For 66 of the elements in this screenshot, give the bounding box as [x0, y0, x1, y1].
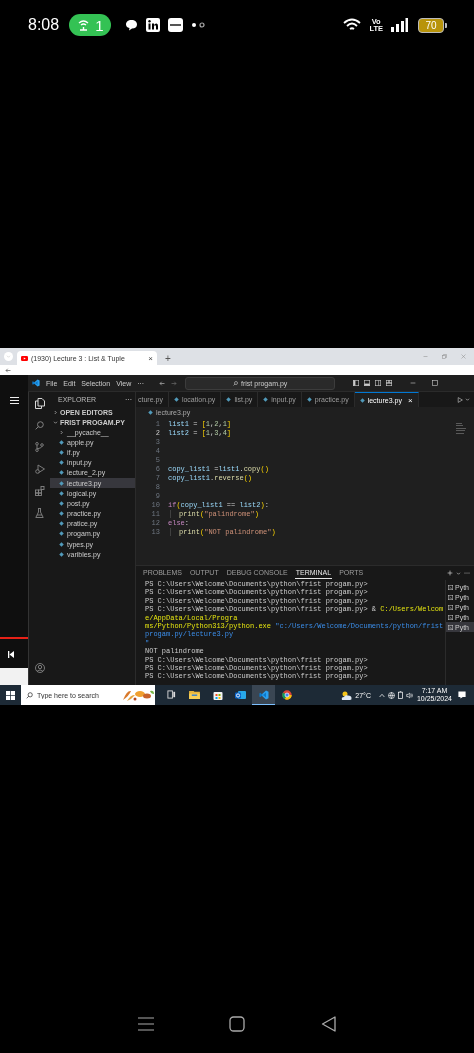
- browser-icon: [281, 689, 292, 700]
- python-file-icon: [359, 397, 365, 403]
- python-file-icon: [263, 397, 269, 402]
- chat-icon: [125, 19, 139, 31]
- extensions-icon[interactable]: [34, 486, 45, 496]
- chevron-icon[interactable]: [456, 570, 461, 576]
- speaker-icon[interactable]: [405, 691, 413, 699]
- terminal-icon: [448, 624, 453, 630]
- hotspot-count: 1: [95, 16, 104, 34]
- windows-logo-icon[interactable]: [6, 690, 15, 700]
- app-icon: [168, 18, 184, 32]
- code-editor-icon: [258, 689, 269, 700]
- play-logo-icon: [21, 355, 28, 361]
- plus-icon[interactable]: [447, 570, 453, 576]
- network-icon[interactable]: [387, 691, 395, 699]
- sidebar-toggle-icon[interactable]: [353, 380, 360, 386]
- secondary-sidebar-icon[interactable]: [375, 380, 382, 386]
- search-icon: [26, 691, 33, 699]
- chevron-icon[interactable]: [53, 409, 58, 415]
- minimap[interactable]: [456, 423, 468, 435]
- python-file-icon: [148, 409, 153, 415]
- flask-icon[interactable]: [35, 508, 44, 518]
- notification-icon[interactable]: [458, 691, 466, 699]
- files-icon[interactable]: [34, 398, 45, 409]
- code-editor-icon: [32, 379, 40, 387]
- layout-icon[interactable]: [386, 380, 393, 386]
- python-file-icon: [226, 397, 232, 402]
- terminal-icon: [448, 614, 453, 620]
- dots-icon: [191, 22, 206, 28]
- run-debug-icon[interactable]: [34, 464, 45, 474]
- back-icon[interactable]: [5, 367, 11, 373]
- panel-toggle-icon[interactable]: [364, 380, 371, 386]
- back-icon[interactable]: [321, 1016, 337, 1032]
- account-icon[interactable]: [34, 663, 45, 673]
- run-icon[interactable]: [457, 396, 463, 403]
- terminal-icon: [448, 584, 453, 590]
- maximize-icon[interactable]: [432, 380, 439, 386]
- chevron-icon[interactable]: [53, 419, 58, 425]
- chevron-icon[interactable]: [465, 397, 470, 402]
- search-icon: [233, 380, 239, 386]
- wifi-icon: [343, 18, 362, 32]
- search-icon[interactable]: [35, 421, 44, 430]
- chevron-up-icon[interactable]: [378, 692, 385, 698]
- clock: 8:08: [28, 16, 60, 34]
- close-button[interactable]: ×: [407, 395, 413, 405]
- branch-icon[interactable]: [35, 442, 44, 452]
- chevron-icon[interactable]: [59, 429, 64, 435]
- home-icon[interactable]: [229, 1016, 246, 1032]
- task-view-icon: [167, 690, 176, 699]
- hotspot-icon: [77, 19, 91, 31]
- page-panel: [0, 668, 28, 685]
- previous-icon[interactable]: [8, 651, 14, 658]
- python-file-icon: [306, 397, 312, 402]
- signal-icon: [391, 18, 408, 32]
- battery-indicator: 70: [418, 17, 444, 33]
- new-tab-button[interactable]: +: [161, 353, 175, 364]
- close-button[interactable]: ×: [148, 353, 153, 363]
- python-file-icon: [173, 397, 179, 402]
- store-icon: [212, 689, 223, 700]
- weather-icon: [341, 690, 353, 700]
- terminal-icon: [448, 594, 453, 600]
- mail-icon: [235, 689, 246, 700]
- terminal-icon: [448, 604, 453, 610]
- battery-icon[interactable]: [397, 691, 403, 699]
- app-icon: [146, 18, 161, 32]
- folder-icon: [189, 690, 200, 699]
